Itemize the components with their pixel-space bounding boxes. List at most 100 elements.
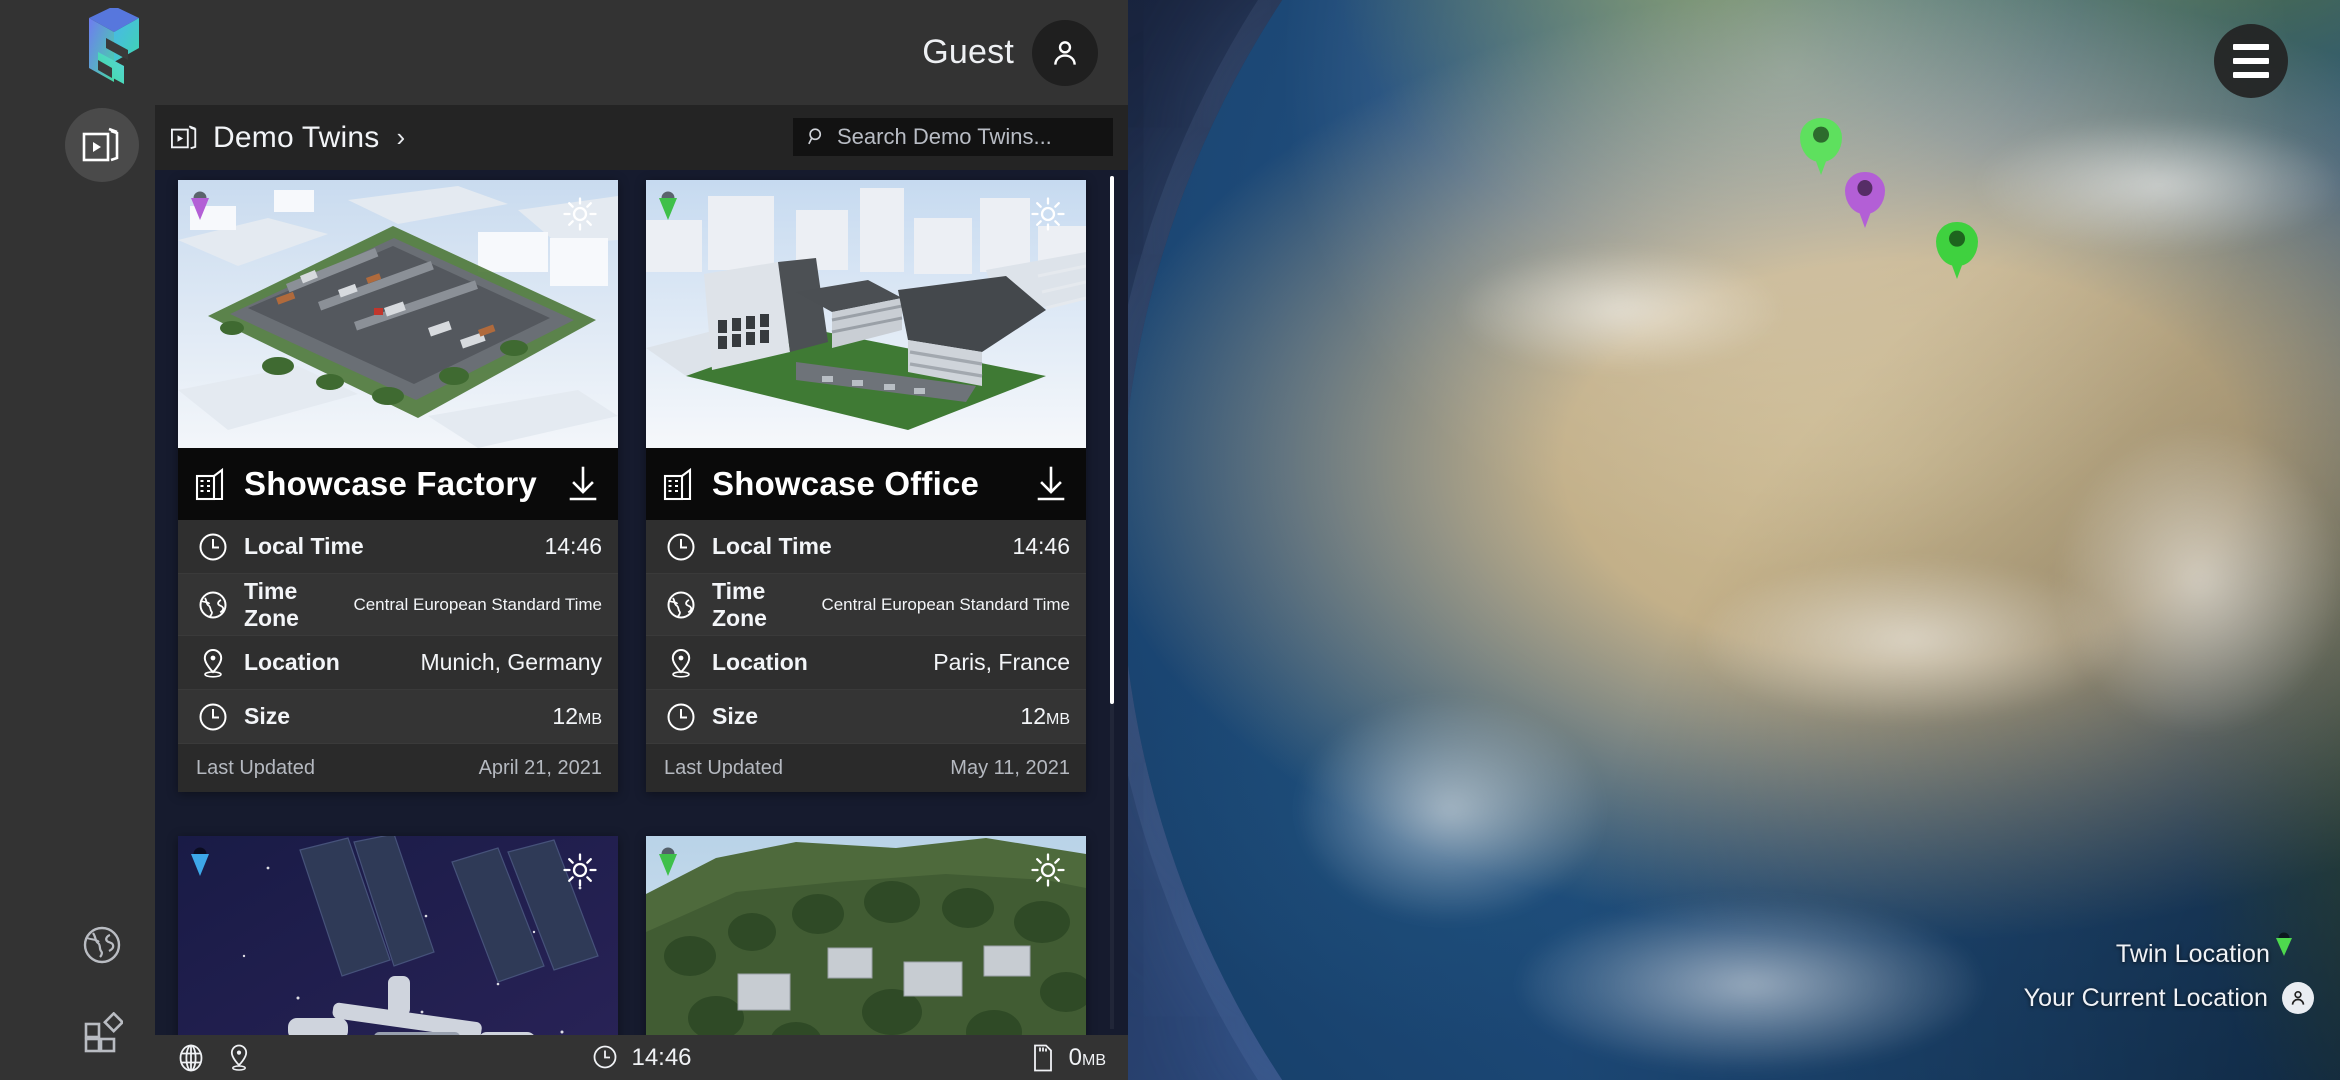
- chevron-right-icon: ›: [396, 122, 406, 152]
- detail-label: Last Updated: [196, 756, 315, 779]
- twin-card[interactable]: [178, 836, 618, 1035]
- globe-wire-icon[interactable]: [177, 1043, 205, 1073]
- twin-thumbnail[interactable]: [646, 836, 1086, 1035]
- sd-card-icon: [1031, 1043, 1059, 1073]
- breadcrumb[interactable]: Demo Twins ›: [170, 121, 405, 155]
- detail-label: Local Time: [244, 533, 364, 559]
- scrollbar-thumb[interactable]: [1110, 176, 1114, 704]
- hamburger-bar: [2233, 72, 2269, 78]
- twin-card-header: Showcase Office: [646, 448, 1086, 520]
- detail-row-time-zone: Time Zone Central European Standard Time: [178, 574, 618, 636]
- detail-value: Central European Standard Time: [353, 594, 602, 614]
- clock-icon: [664, 530, 698, 564]
- size-unit: MB: [1046, 711, 1070, 728]
- detail-label: Time Zone: [244, 577, 299, 631]
- hamburger-menu-icon[interactable]: [2214, 24, 2288, 98]
- sun-icon[interactable]: [562, 196, 598, 232]
- storage-unit: MB: [1082, 1051, 1106, 1069]
- user-label: Guest: [922, 33, 1014, 71]
- breadcrumb-label: Demo Twins: [213, 120, 380, 154]
- detail-label: Local Time: [712, 533, 832, 559]
- detail-row-time-zone: Time Zone Central European Standard Time: [646, 574, 1086, 636]
- status-time: 14:46: [631, 1043, 692, 1071]
- map-pin-icon: [661, 191, 702, 234]
- size-unit: MB: [578, 711, 602, 728]
- legend-current-location: Your Current Location: [2024, 982, 2314, 1014]
- detail-label: Last Updated: [664, 756, 783, 779]
- detail-value: May 11, 2021: [950, 756, 1070, 779]
- storage-number: 0: [1068, 1043, 1082, 1071]
- sidebar-item-globe[interactable]: [65, 908, 139, 982]
- twin-card-header: Showcase Factory: [178, 448, 618, 520]
- twin-card[interactable]: Showcase Office Local Time 14:46 Time Zo…: [646, 180, 1086, 792]
- detail-row-last-updated: Last Updated April 21, 2021: [178, 744, 618, 792]
- sun-icon[interactable]: [1030, 196, 1066, 232]
- globe-icon: [664, 588, 698, 622]
- status-clock-group: 14:46: [455, 1043, 828, 1073]
- legend-label: Your Current Location: [2023, 983, 2268, 1012]
- twin-thumbnail[interactable]: [646, 180, 1086, 448]
- twin-name: Showcase Factory: [244, 465, 537, 502]
- top-bar: Guest: [0, 0, 1128, 105]
- clock-icon: [196, 700, 230, 734]
- app-window: Twin Location Your Current Location Gues…: [0, 0, 2340, 1080]
- twin-card[interactable]: Showcase Factory Local Time 14:46 Time Z…: [178, 180, 618, 792]
- status-left-group: [155, 1043, 455, 1073]
- sun-icon[interactable]: [1030, 852, 1066, 888]
- panel-scrollbar[interactable]: [1110, 176, 1114, 1029]
- avatar[interactable]: [1032, 19, 1098, 86]
- twin-thumbnail[interactable]: [178, 836, 618, 1035]
- detail-row-size: Size 12MB: [646, 690, 1086, 744]
- search-input[interactable]: Search Demo Twins...: [793, 118, 1113, 156]
- twin-name: Showcase Office: [712, 465, 980, 502]
- size-number: 12: [552, 703, 578, 729]
- download-icon[interactable]: [1034, 464, 1068, 504]
- twin-card[interactable]: [646, 836, 1086, 1035]
- detail-row-location: Location Paris, France: [646, 636, 1086, 690]
- pin-dot: [661, 847, 675, 861]
- left-sidebar: [0, 0, 155, 1080]
- detail-label: Location: [712, 649, 808, 675]
- detail-label: Location: [244, 649, 340, 675]
- detail-label: Size: [712, 703, 759, 729]
- sidebar-item-library[interactable]: [65, 108, 139, 182]
- detail-row-size: Size 12MB: [178, 690, 618, 744]
- pin-dot: [661, 191, 675, 205]
- detail-value: April 21, 2021: [478, 756, 602, 779]
- app-logo[interactable]: [72, 8, 156, 92]
- twin-detail-rows: Local Time 14:46 Time Zone Central Europ…: [646, 520, 1086, 792]
- status-storage: 0MB: [1069, 1044, 1106, 1072]
- twin-card-panel[interactable]: Showcase Factory Local Time 14:46 Time Z…: [155, 170, 1128, 1035]
- twin-thumbnail[interactable]: [178, 180, 618, 448]
- twin-card-grid: Showcase Factory Local Time 14:46 Time Z…: [178, 180, 1086, 1035]
- hamburger-bar: [2233, 58, 2269, 64]
- hamburger-bar: [2233, 44, 2269, 50]
- clock-icon: [664, 700, 698, 734]
- person-icon: [2282, 982, 2314, 1014]
- detail-value-size: 12MB: [552, 703, 602, 730]
- clock-icon: [591, 1043, 619, 1073]
- globe-icon: [196, 588, 230, 622]
- pin-dot: [2278, 932, 2290, 944]
- map-pin-icon: [196, 646, 230, 680]
- map-pin-icon[interactable]: [227, 1043, 255, 1073]
- search-icon: [807, 127, 827, 147]
- detail-row-last-updated: Last Updated May 11, 2021: [646, 744, 1086, 792]
- detail-row-local-time: Local Time 14:46: [178, 520, 618, 574]
- sun-icon[interactable]: [562, 852, 598, 888]
- earth-sphere: [1120, 0, 2340, 1080]
- legend-label: Twin Location: [2115, 939, 2270, 968]
- map-pin-icon: [193, 847, 234, 890]
- download-icon[interactable]: [566, 464, 600, 504]
- map-pin-icon: [661, 847, 702, 890]
- sidebar-item-widgets[interactable]: [65, 996, 139, 1070]
- detail-value: Paris, France: [933, 649, 1070, 675]
- building-icon: [194, 466, 230, 502]
- clock-icon: [196, 530, 230, 564]
- breadcrumb-bar: Demo Twins › Search Demo Twins...: [155, 105, 1128, 170]
- status-bar: 14:46 0MB: [155, 1035, 1128, 1080]
- detail-label: Time Zone: [712, 577, 767, 631]
- detail-value: Munich, Germany: [420, 649, 602, 675]
- map-pin-icon: [193, 191, 234, 234]
- twin-library-icon: [170, 124, 200, 152]
